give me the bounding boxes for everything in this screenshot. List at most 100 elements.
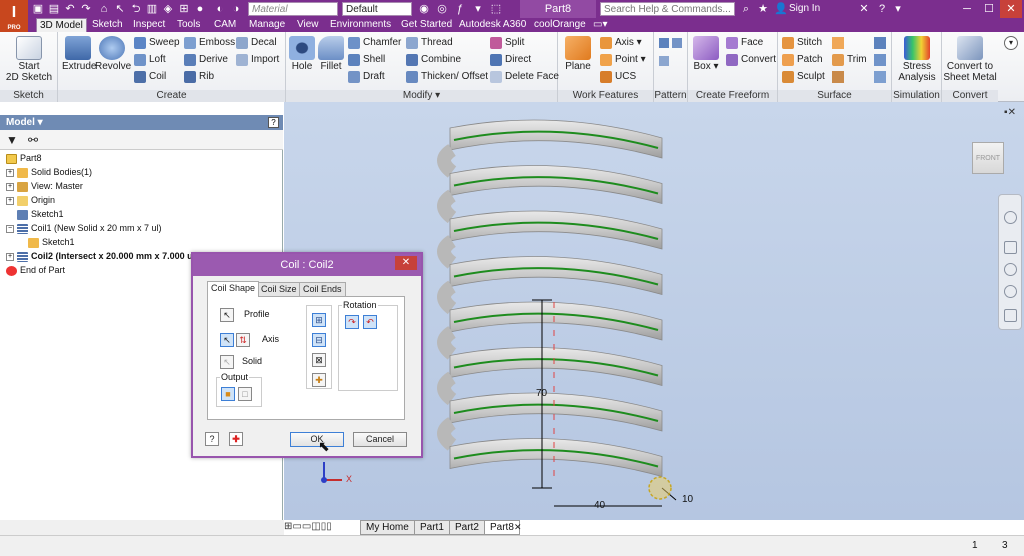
- tab-tools[interactable]: Tools: [174, 18, 203, 32]
- axis-select-button[interactable]: ↖: [220, 333, 234, 347]
- ok-button[interactable]: OK: [290, 432, 344, 447]
- cut-icon[interactable]: ⊟: [312, 333, 326, 347]
- collapse-icon[interactable]: −: [6, 224, 14, 233]
- help-icon[interactable]: ?: [874, 1, 890, 17]
- ribbon-options-icon[interactable]: ▭▾: [590, 18, 610, 32]
- document-layout-icons[interactable]: ⊞▭▭◫▯▯: [284, 520, 358, 535]
- face-button[interactable]: Face: [726, 36, 763, 50]
- rib-button[interactable]: Rib: [184, 70, 214, 84]
- doc-tab-part1[interactable]: Part1: [414, 520, 450, 535]
- doc-tab-close-icon[interactable]: ✕: [514, 522, 522, 533]
- patch-button[interactable]: Patch: [782, 53, 823, 67]
- join-icon[interactable]: ⊞: [312, 313, 326, 327]
- chamfer-button[interactable]: Chamfer: [348, 36, 401, 50]
- width-dimension-value[interactable]: 40: [594, 500, 605, 511]
- look-at-icon[interactable]: [1004, 309, 1017, 322]
- appearance-icon[interactable]: ◉: [416, 1, 432, 17]
- undo-icon[interactable]: ↶: [62, 1, 78, 17]
- tab-autodesk-a360[interactable]: Autodesk A360: [456, 18, 529, 32]
- decal-button[interactable]: Decal: [236, 36, 277, 50]
- favorite-icon[interactable]: ★: [755, 1, 771, 17]
- save-icon[interactable]: ▤: [46, 1, 62, 17]
- help-dropdown-icon[interactable]: ▾: [890, 1, 906, 17]
- axis-button[interactable]: Axis ▾: [600, 36, 642, 50]
- tab-manage[interactable]: Manage: [246, 18, 288, 32]
- tab-coil-ends[interactable]: Coil Ends: [299, 282, 346, 296]
- appearance-dropdown[interactable]: Default: [342, 2, 412, 16]
- emboss-button[interactable]: Emboss: [184, 36, 235, 50]
- fx-icon[interactable]: ƒ: [452, 1, 468, 17]
- qat-dropdown-icon[interactable]: ▾: [470, 1, 486, 17]
- coil-button[interactable]: Coil: [134, 70, 166, 84]
- tree-node-coil1-sketch1[interactable]: Sketch1: [28, 236, 75, 249]
- intersect-icon[interactable]: ⊠: [312, 353, 326, 367]
- exchange-icon[interactable]: ✕: [856, 1, 872, 17]
- quick-access-icon[interactable]: ⬚: [488, 1, 504, 17]
- extend-icon[interactable]: [832, 71, 844, 83]
- delete-face-button[interactable]: Delete Face: [490, 70, 559, 84]
- sweep-button[interactable]: Sweep: [134, 36, 180, 50]
- return-icon[interactable]: ⮌: [128, 1, 144, 17]
- tree-node-origin[interactable]: + Origin: [6, 194, 55, 207]
- search-icon[interactable]: ⌕: [738, 1, 754, 17]
- output-surface-icon[interactable]: □: [238, 387, 252, 401]
- expand-icon[interactable]: +: [6, 168, 14, 177]
- print-icon[interactable]: ▥: [144, 1, 160, 17]
- select-icon[interactable]: ↖: [112, 1, 128, 17]
- cube-icon[interactable]: ◈: [160, 1, 176, 17]
- browser-help-icon[interactable]: ?: [268, 117, 279, 128]
- zoom-icon[interactable]: [1004, 263, 1017, 276]
- radius-dimension-value[interactable]: 10: [682, 494, 693, 505]
- solid-select-button[interactable]: ↖: [220, 355, 234, 369]
- maximize-button[interactable]: ☐: [978, 0, 1000, 18]
- expand-icon[interactable]: +: [6, 252, 14, 261]
- ribbon-overflow-icon[interactable]: ▾: [1004, 36, 1018, 50]
- tree-node-coil1[interactable]: − Coil1 (New Solid x 20 mm x 7 ul): [6, 222, 162, 235]
- tab-inspect[interactable]: Inspect: [130, 18, 168, 32]
- tab-coil-size[interactable]: Coil Size: [257, 282, 301, 296]
- new-solid-icon[interactable]: ✚: [312, 373, 326, 387]
- box-button[interactable]: Box ▾: [692, 36, 720, 72]
- rotation-clockwise-icon[interactable]: ↷: [345, 315, 359, 329]
- tree-node-coil2[interactable]: + Coil2 (Intersect x 20.000 mm x 7.000 ul…: [6, 250, 198, 263]
- material-dropdown[interactable]: Material: [248, 2, 338, 16]
- doc-tab-part2[interactable]: Part2: [449, 520, 485, 535]
- viewport-close-icon[interactable]: ▪✕: [1003, 106, 1017, 120]
- tree-node-end-of-part[interactable]: End of Part: [6, 264, 65, 277]
- dialog-help-button[interactable]: ?: [205, 432, 219, 446]
- profile-select-button[interactable]: ↖: [220, 308, 234, 322]
- loft-button[interactable]: Loft: [134, 53, 166, 67]
- hole-button[interactable]: Hole: [288, 36, 316, 72]
- tab-environments[interactable]: Environments: [327, 18, 394, 32]
- add-preset-icon[interactable]: ✚: [229, 432, 243, 446]
- plane-button[interactable]: Plane: [562, 36, 594, 72]
- convert-button[interactable]: Convert: [726, 53, 776, 67]
- output-solid-icon[interactable]: ■: [221, 387, 235, 401]
- sculpt-button[interactable]: Sculpt: [782, 70, 825, 84]
- tree-node-part[interactable]: Part8: [6, 152, 42, 165]
- viewcube[interactable]: FRONT: [972, 142, 1004, 174]
- display-icon[interactable]: ◐: [212, 1, 228, 17]
- doc-tab-my-home[interactable]: My Home: [360, 520, 415, 535]
- profile-circle[interactable]: [648, 476, 672, 500]
- tab-coolorange[interactable]: coolOrange: [531, 18, 589, 32]
- expand-icon[interactable]: +: [6, 182, 14, 191]
- trim-button[interactable]: Trim: [832, 53, 867, 67]
- expand-icon[interactable]: +: [6, 196, 14, 205]
- import-button[interactable]: Import: [236, 53, 279, 67]
- mirror-icon[interactable]: [659, 56, 669, 66]
- draft-button[interactable]: Draft: [348, 70, 385, 84]
- tab-coil-shape[interactable]: Coil Shape: [207, 281, 260, 297]
- extrude-button[interactable]: Extrude: [62, 36, 96, 72]
- repair-icon[interactable]: [874, 37, 886, 49]
- shading-icon[interactable]: ◑: [228, 1, 244, 17]
- circular-pattern-icon[interactable]: [672, 38, 682, 48]
- tree-node-sketch1[interactable]: Sketch1: [17, 208, 64, 221]
- fillet-button[interactable]: Fillet: [317, 36, 345, 72]
- tree-node-solid-bodies[interactable]: + Solid Bodies(1): [6, 166, 92, 179]
- height-dimension-value[interactable]: 70: [536, 388, 547, 399]
- cancel-button[interactable]: Cancel: [353, 432, 407, 447]
- ucs-button[interactable]: UCS: [600, 70, 636, 84]
- minimize-button[interactable]: ─: [956, 0, 978, 18]
- browser-header[interactable]: Model ▾: [0, 115, 283, 130]
